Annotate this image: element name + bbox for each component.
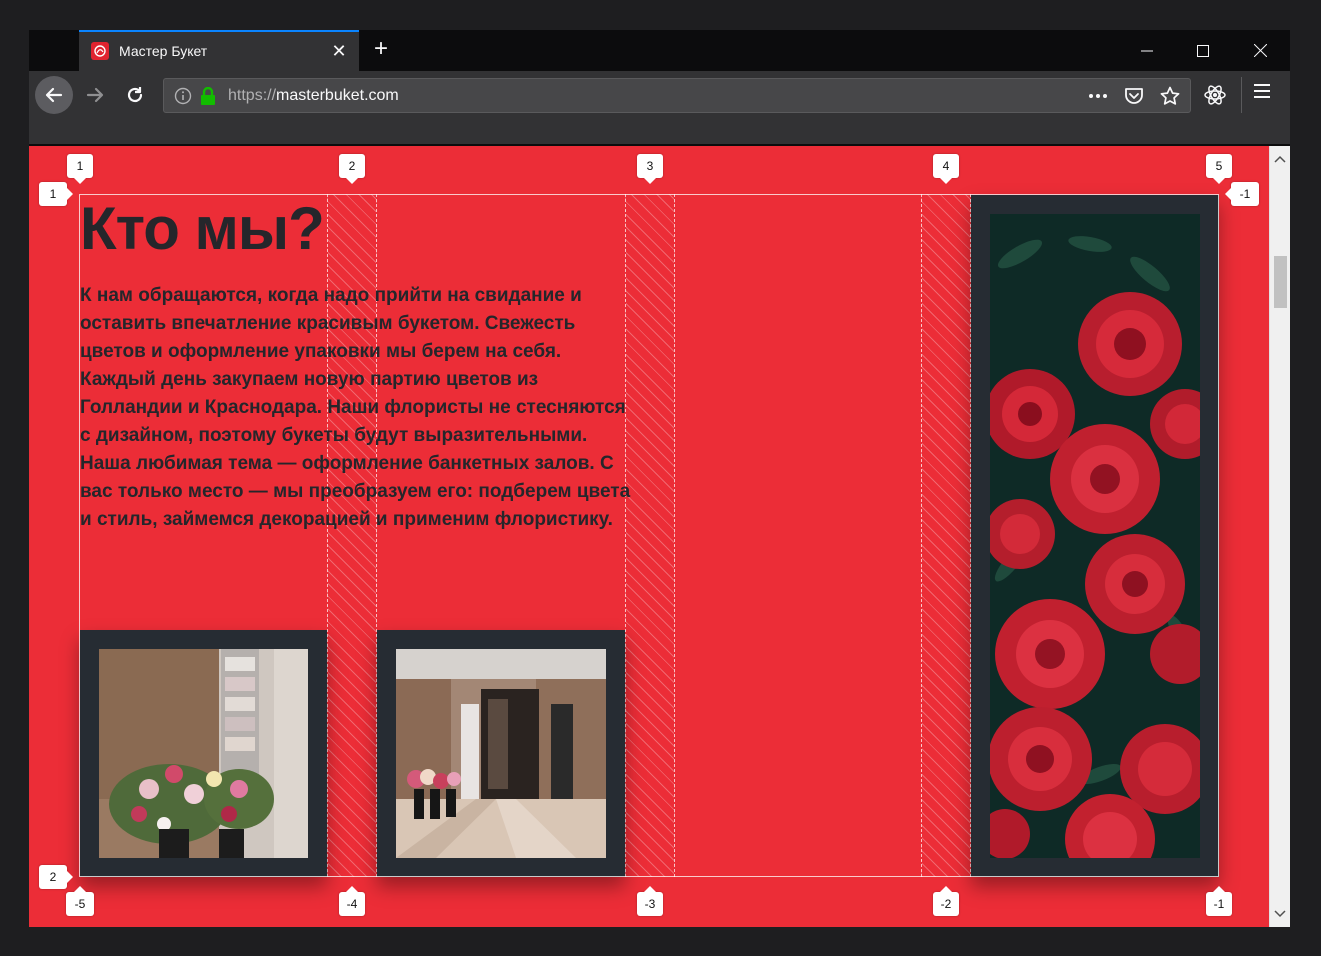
forward-button[interactable]	[77, 77, 113, 113]
grid-line-top-1: 1	[67, 154, 93, 184]
hamburger-menu-icon[interactable]	[1253, 83, 1271, 104]
navigation-toolbar: https://masterbuket.com	[29, 71, 1290, 119]
scroll-down-arrow-icon[interactable]	[1274, 905, 1286, 923]
grid-line-top-2: 2	[339, 154, 365, 184]
grid-line-row-right-1: -1	[1225, 182, 1259, 206]
scroll-up-arrow-icon[interactable]	[1274, 150, 1286, 168]
grid-line-bottom-1: -5	[66, 886, 94, 916]
reload-button[interactable]	[117, 77, 153, 113]
reload-icon	[127, 87, 143, 103]
browser-window: Мастер Букет ✕ + https://masterbuket.com…	[29, 30, 1290, 927]
toolbar-separator	[1241, 77, 1242, 113]
close-window-icon[interactable]	[1232, 30, 1288, 71]
grid-container-outline	[79, 194, 1219, 877]
pocket-icon[interactable]	[1122, 84, 1146, 108]
page-actions-icon[interactable]	[1086, 84, 1110, 108]
url-protocol: https://	[228, 87, 277, 104]
vertical-scrollbar[interactable]	[1269, 146, 1290, 927]
minimize-window-icon[interactable]	[1119, 30, 1175, 71]
grid-line-bottom-2: -4	[339, 886, 365, 916]
url-text[interactable]: https://masterbuket.com	[228, 87, 399, 105]
site-favicon-icon	[91, 42, 109, 60]
grid-line-row-left-1: 1	[39, 182, 73, 206]
back-arrow-icon	[45, 87, 63, 103]
grid-line-row-left-2: 2	[39, 865, 73, 889]
url-host: masterbuket.com	[276, 87, 399, 104]
bookmark-star-icon[interactable]	[1158, 84, 1182, 108]
page-viewport: Кто мы? К нам обращаются, когда надо при…	[29, 146, 1269, 927]
tab-close-icon[interactable]: ✕	[329, 41, 349, 61]
grid-line-top-5: 5	[1206, 154, 1232, 184]
grid-line-top-4: 4	[933, 154, 959, 184]
grid-line-bottom-3: -3	[637, 886, 663, 916]
react-devtools-icon[interactable]	[1203, 83, 1227, 112]
address-bar[interactable]: https://masterbuket.com	[163, 78, 1191, 113]
toolbar-spacer	[29, 119, 1290, 145]
new-tab-icon[interactable]: +	[369, 37, 393, 62]
tab-title: Мастер Букет	[119, 43, 208, 59]
grid-line-bottom-4: -2	[933, 886, 959, 916]
grid-line-top-3: 3	[637, 154, 663, 184]
tab-strip: Мастер Букет ✕ +	[29, 30, 1290, 71]
forward-arrow-icon	[86, 87, 104, 103]
grid-line-bottom-5: -1	[1206, 886, 1232, 916]
tab-master-buket[interactable]: Мастер Букет ✕	[79, 30, 359, 71]
maximize-window-icon[interactable]	[1175, 30, 1231, 71]
secure-lock-icon[interactable]	[200, 86, 216, 110]
site-info-icon[interactable]	[174, 87, 192, 110]
scrollbar-thumb[interactable]	[1274, 256, 1287, 308]
back-button[interactable]	[35, 76, 73, 114]
